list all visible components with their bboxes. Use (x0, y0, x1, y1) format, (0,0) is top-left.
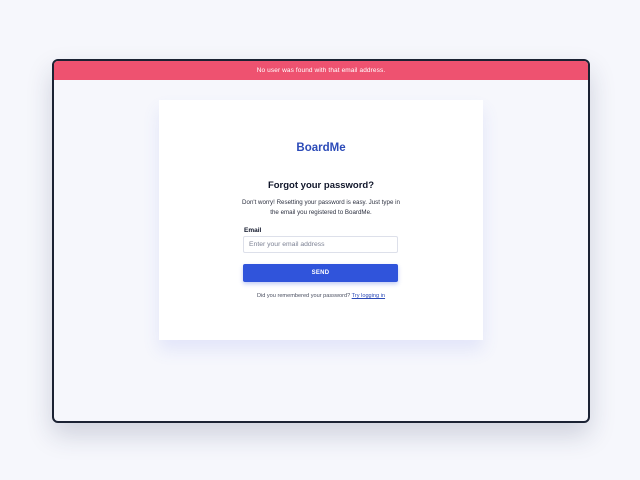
remember-password-prompt: Did you remembered your password? Try lo… (159, 293, 483, 299)
email-field[interactable] (243, 236, 398, 253)
remember-text: Did you remembered your password? (256, 293, 351, 299)
send-button[interactable]: SEND (243, 264, 398, 282)
login-link[interactable]: Try logging in (352, 293, 385, 299)
brand-logo: BoardMe (296, 142, 346, 154)
email-label: Email (244, 227, 262, 234)
app-window: No user was found with that email addres… (52, 59, 590, 423)
page-title: Forgot your password? (267, 180, 375, 191)
forgot-password-card: BoardMe Forgot your password? Don't worr… (159, 100, 483, 340)
description-text: Don't worry! Resetting your password is … (242, 199, 400, 216)
error-message: No user was found with that email addres… (256, 67, 386, 74)
error-banner: No user was found with that email addres… (54, 61, 588, 80)
